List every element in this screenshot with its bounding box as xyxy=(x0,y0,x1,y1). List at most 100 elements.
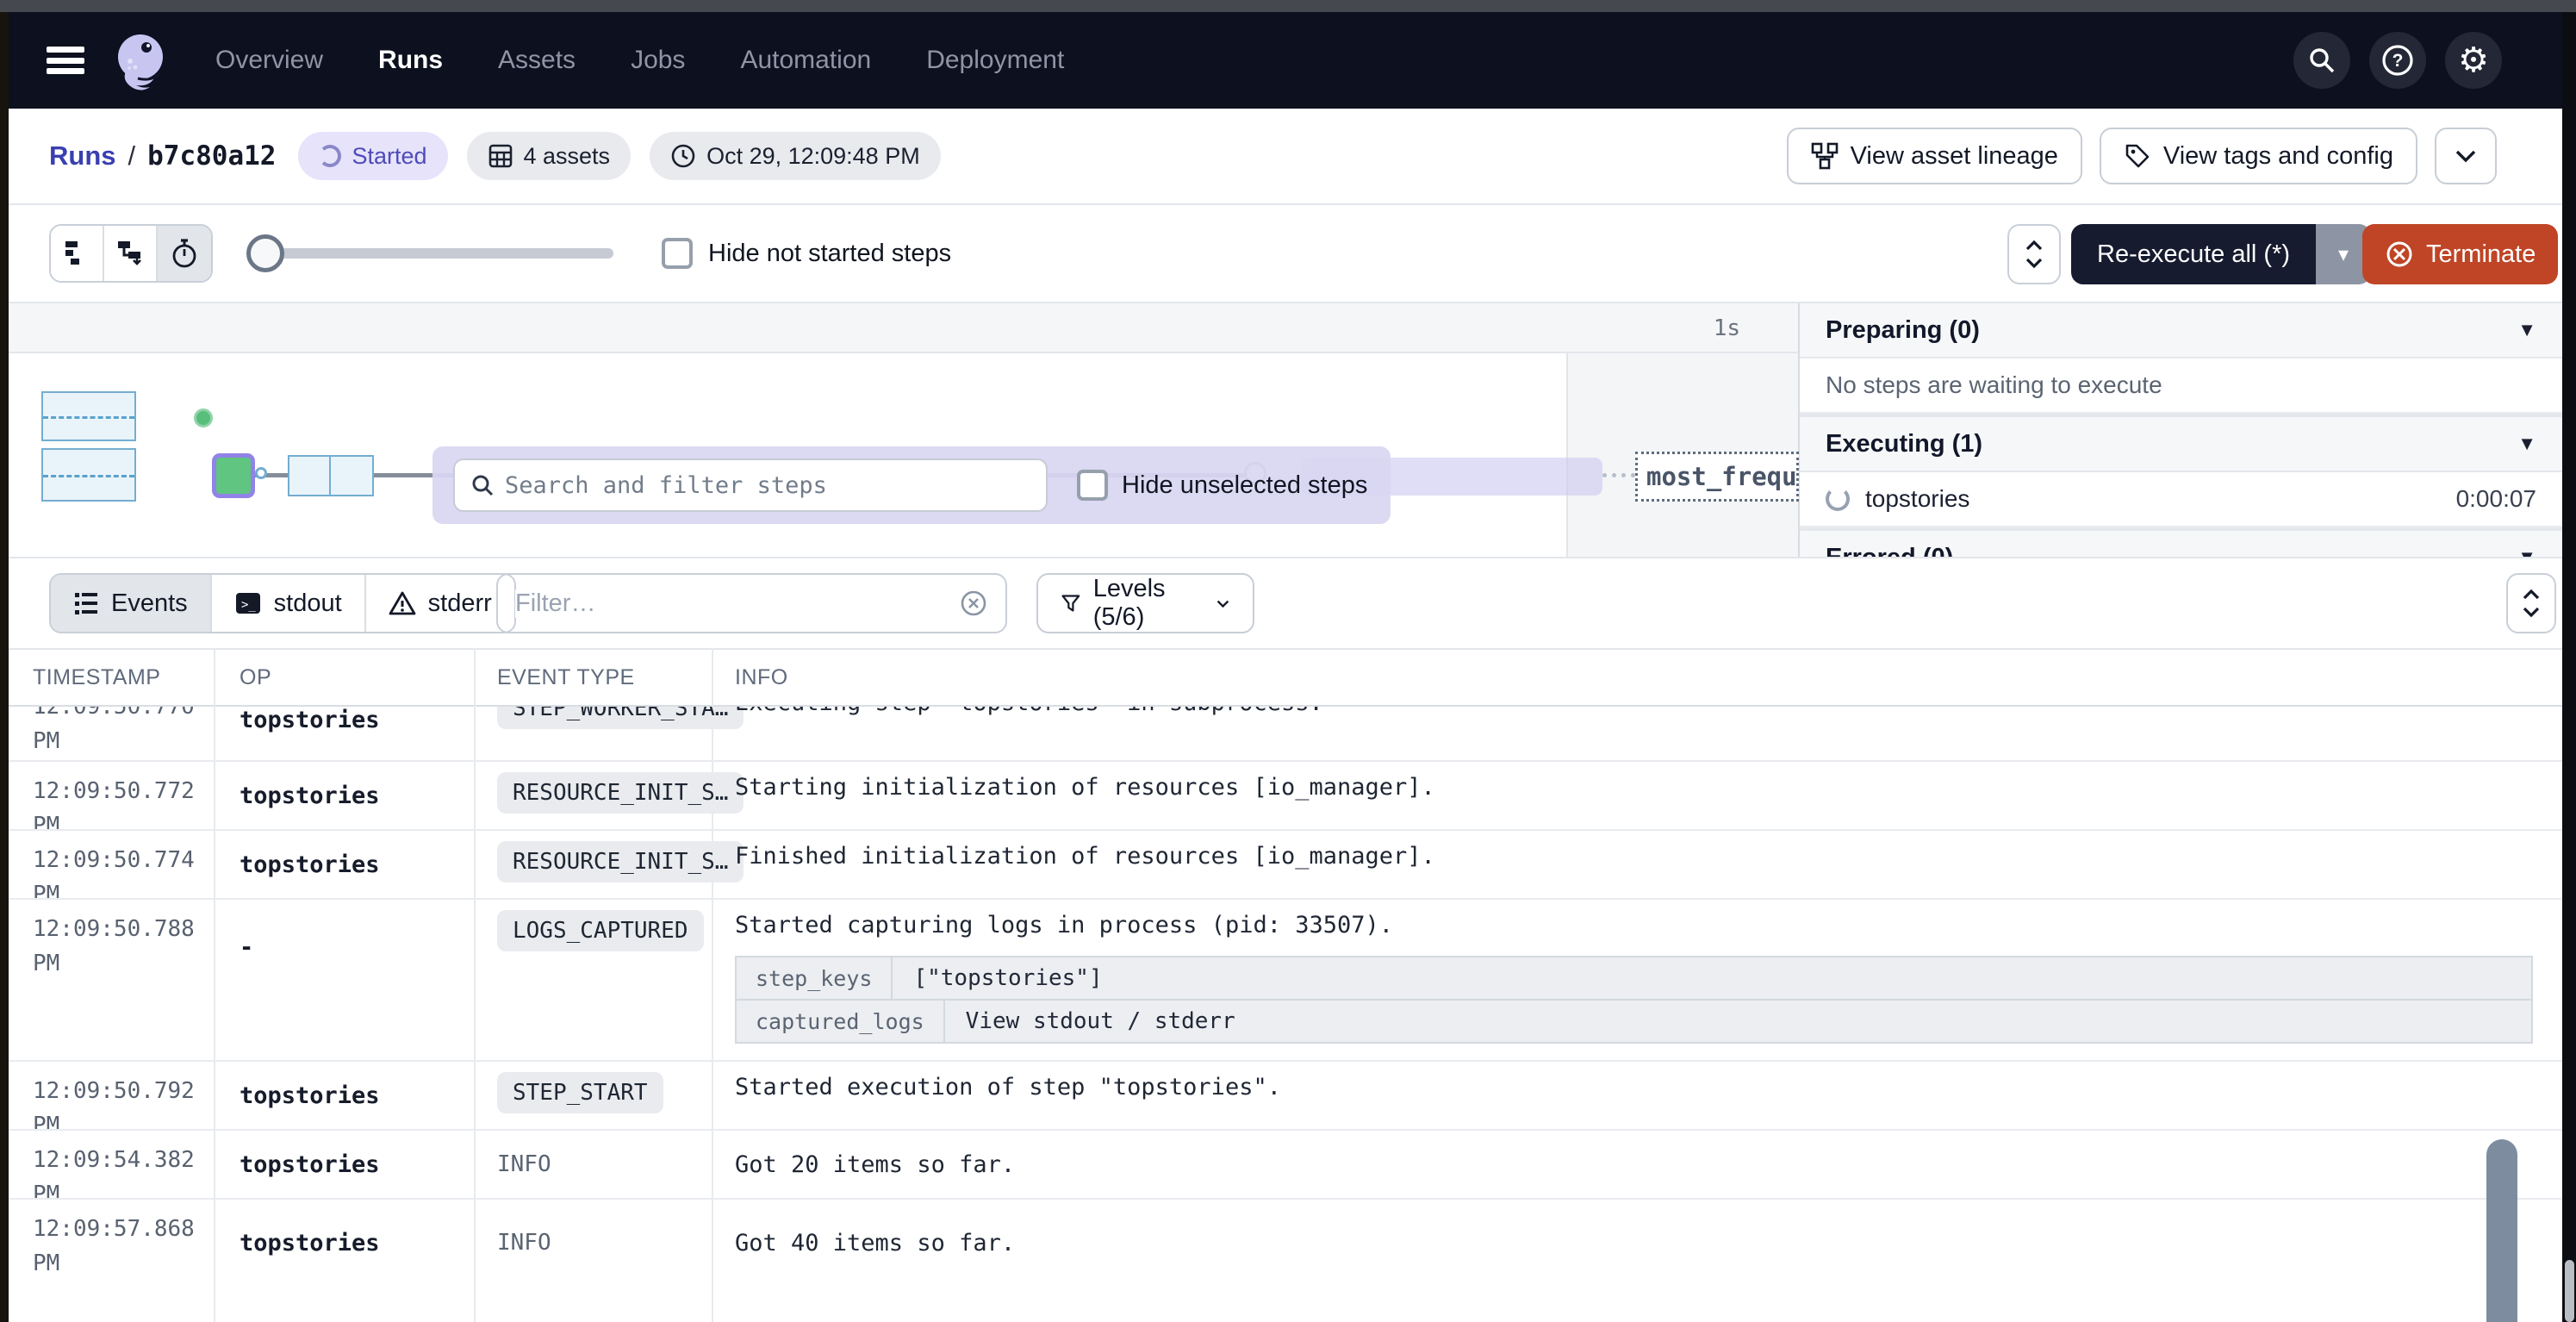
nav-item-deployment[interactable]: Deployment xyxy=(926,46,1064,75)
funnel-icon xyxy=(1061,591,1081,615)
window-scrollbar-thumb[interactable] xyxy=(2565,1260,2574,1322)
executing-group-header[interactable]: Executing (1) ▼ xyxy=(1800,417,2562,472)
hide-not-started-control: Hide not started steps xyxy=(662,238,951,269)
reexecute-split-button: Re-execute all (*) ▾ xyxy=(2071,224,2371,284)
nav-items: Overview Runs Assets Jobs Automation Dep… xyxy=(215,46,1064,75)
hide-not-started-checkbox[interactable] xyxy=(662,238,693,269)
reexecute-all-button[interactable]: Re-execute all (*) xyxy=(2071,224,2316,284)
log-row: 12:09:50.772 PM topstories RESOURCE_INIT… xyxy=(9,762,2562,831)
search-icon xyxy=(470,473,495,497)
events-list-icon xyxy=(73,591,99,615)
svg-text:?: ? xyxy=(2392,51,2404,71)
log-row: 12:09:50.770 PM topstories STEP_WORKER_S… xyxy=(9,707,2562,762)
selected-running-step-box[interactable] xyxy=(212,453,255,498)
tag-icon xyxy=(2124,142,2151,170)
help-button[interactable]: ? xyxy=(2369,32,2426,89)
collapse-triangle-icon: ▼ xyxy=(2517,433,2536,455)
breadcrumb-runs-link[interactable]: Runs xyxy=(49,140,116,171)
dagster-logo-icon[interactable] xyxy=(109,28,172,92)
clear-filter-icon[interactable] xyxy=(959,589,988,618)
nav-item-assets[interactable]: Assets xyxy=(498,46,576,75)
hide-not-started-label: Hide not started steps xyxy=(708,240,951,268)
dependency-node xyxy=(255,467,267,479)
executing-step-row[interactable]: topstories 0:00:07 xyxy=(1800,472,2562,527)
gantt-timeline-header: 1s xyxy=(9,303,1798,353)
nav-item-overview[interactable]: Overview xyxy=(215,46,323,75)
hide-unselected-checkbox[interactable] xyxy=(1077,470,1108,501)
start-time-badge: Oct 29, 12:09:48 PM xyxy=(650,132,941,180)
flat-view-button[interactable] xyxy=(51,226,104,281)
metadata-key: step_keys xyxy=(737,957,893,999)
nav-item-jobs[interactable]: Jobs xyxy=(631,46,685,75)
view-tags-config-button[interactable]: View tags and config xyxy=(2100,128,2417,184)
log-table-header: TIMESTAMP OP EVENT TYPE INFO xyxy=(9,648,2562,707)
nav-item-runs[interactable]: Runs xyxy=(378,46,443,75)
hide-unselected-control: Hide unselected steps xyxy=(1077,470,1367,501)
waterfall-view-icon xyxy=(116,240,144,267)
zoom-slider-track[interactable] xyxy=(260,248,613,259)
gantt-toolbar: Hide not started steps Re-execute all (*… xyxy=(9,205,2562,303)
event-type-badge: RESOURCE_INIT_S… xyxy=(497,841,744,882)
tab-stdout[interactable]: >_ stdout xyxy=(212,575,366,632)
breadcrumb: Runs / b7c80a12 xyxy=(49,140,276,171)
event-metadata-table: step_keys ["topstories"] captured_logs V… xyxy=(735,956,2533,1044)
nav-item-automation[interactable]: Automation xyxy=(740,46,871,75)
completed-step-marker[interactable] xyxy=(194,408,213,427)
not-started-step-box[interactable] xyxy=(41,391,136,441)
log-scrollbar-thumb[interactable] xyxy=(2486,1139,2517,1322)
header-more-button[interactable] xyxy=(2435,128,2497,184)
terminate-icon xyxy=(2385,240,2414,269)
view-asset-lineage-button[interactable]: View asset lineage xyxy=(1787,128,2082,184)
status-badge: Started xyxy=(298,132,447,180)
step-filter-overlay: Hide unselected steps xyxy=(432,446,1391,524)
gantt-expand-button[interactable] xyxy=(2007,224,2061,284)
window-scrollbar-track xyxy=(2562,12,2576,1322)
log-filter-input[interactable] xyxy=(515,589,959,618)
svg-text:>_: >_ xyxy=(241,598,256,612)
label-leader-line xyxy=(1602,473,1635,477)
gantt-chart: 1s most_frequent_ Hide unselected steps … xyxy=(9,303,2562,558)
lineage-icon xyxy=(1811,142,1839,170)
help-icon: ? xyxy=(2380,43,2415,78)
col-event-type: EVENT TYPE xyxy=(474,665,712,690)
steps-status-panel: Preparing (0) ▼ No steps are waiting to … xyxy=(1798,303,2562,558)
window-top-edge xyxy=(0,0,2576,12)
step-label-box[interactable]: most_frequent_ xyxy=(1635,452,1799,502)
log-expand-button[interactable] xyxy=(2506,573,2556,633)
assets-badge[interactable]: 4 assets xyxy=(467,132,632,180)
search-button[interactable] xyxy=(2293,32,2350,89)
queued-step-box[interactable] xyxy=(288,455,374,496)
col-info: INFO xyxy=(712,665,788,690)
event-type-badge: STEP_START xyxy=(497,1072,663,1113)
event-type-badge: LOGS_CAPTURED xyxy=(497,910,704,951)
preparing-group-header[interactable]: Preparing (0) ▼ xyxy=(1800,303,2562,359)
spinner-icon xyxy=(1826,487,1850,511)
step-elapsed-time: 0:00:07 xyxy=(2456,485,2536,513)
chevron-down-icon xyxy=(1216,598,1230,609)
terminal-icon: >_ xyxy=(234,590,262,616)
zoom-slider-knob[interactable] xyxy=(246,234,284,272)
waterfall-view-button[interactable] xyxy=(104,226,158,281)
log-row: 12:09:50.774 PM topstories RESOURCE_INIT… xyxy=(9,831,2562,900)
step-search-input[interactable] xyxy=(505,472,1030,499)
menu-icon[interactable] xyxy=(47,47,84,74)
tab-events[interactable]: Events xyxy=(51,575,212,632)
log-row: 12:09:50.788 PM - LOGS_CAPTURED Started … xyxy=(9,900,2562,1062)
step-search-box xyxy=(453,458,1048,512)
not-started-step-box[interactable] xyxy=(41,448,136,502)
flat-view-icon xyxy=(64,240,90,267)
hide-unselected-label: Hide unselected steps xyxy=(1122,471,1367,500)
captured-logs-link[interactable]: View stdout / stderr xyxy=(945,1008,1256,1034)
settings-button[interactable]: ⚙ xyxy=(2445,32,2502,89)
event-type-label: INFO xyxy=(497,1230,551,1256)
log-row: 12:09:54.382 PM topstories INFO Got 20 i… xyxy=(9,1131,2562,1200)
terminate-button[interactable]: Terminate xyxy=(2362,224,2558,284)
errored-group-header[interactable]: Errored (0) ▼ xyxy=(1800,531,2562,558)
levels-filter-button[interactable]: Levels (5/6) xyxy=(1036,573,1254,633)
tab-stderr[interactable]: stderr xyxy=(366,575,514,632)
stopwatch-icon xyxy=(170,238,199,269)
col-op: OP xyxy=(214,665,474,690)
run-logs-panel: Events >_ stdout stderr Levels (5/6) T xyxy=(9,558,2562,1322)
collapse-triangle-icon: ▼ xyxy=(2517,546,2536,558)
timed-view-button[interactable] xyxy=(158,226,211,281)
